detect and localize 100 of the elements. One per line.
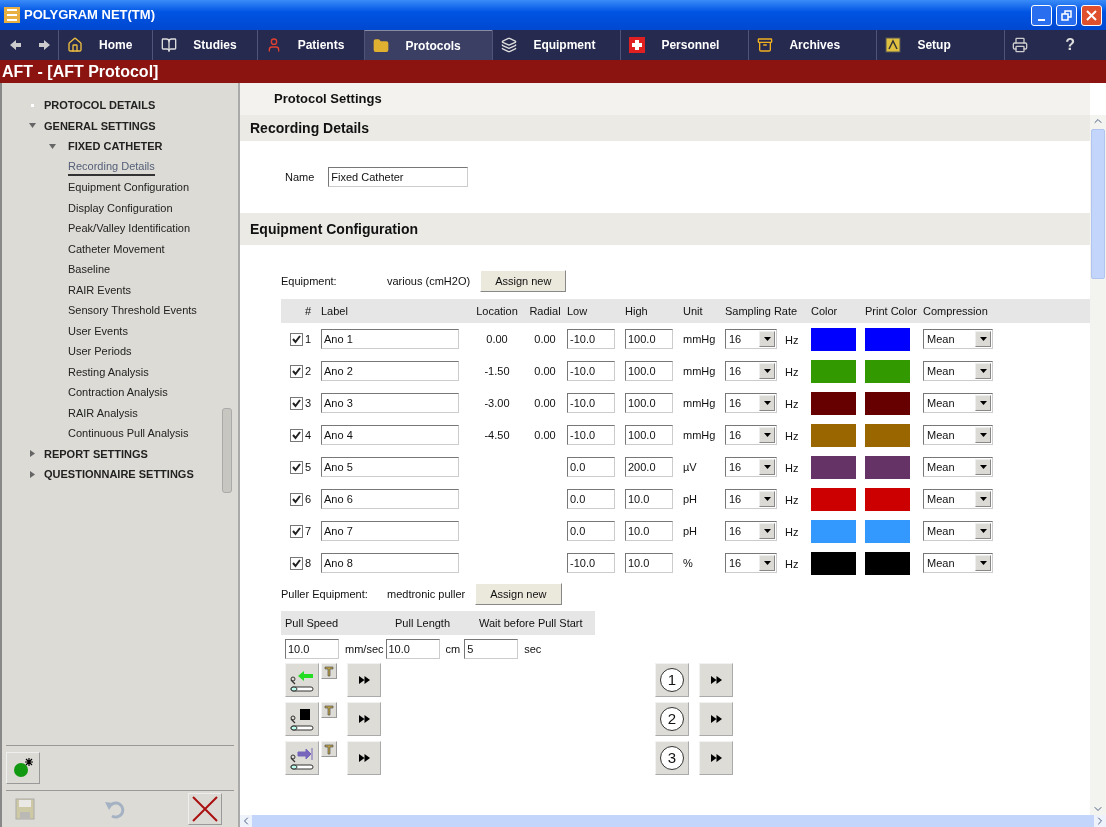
print-color-swatch[interactable] [865, 519, 910, 543]
fast-forward-button[interactable] [699, 702, 733, 736]
checkbox[interactable] [290, 332, 303, 346]
sampling-rate-select[interactable]: 16 [725, 361, 777, 381]
splitter-handle[interactable] [222, 408, 232, 493]
color-swatch[interactable] [811, 487, 856, 511]
checkbox[interactable] [290, 556, 303, 570]
low-field[interactable]: -10.0 [567, 329, 615, 349]
restore-button[interactable] [1056, 4, 1077, 26]
tree-item[interactable]: Equipment Configuration [68, 179, 190, 196]
high-field[interactable]: 200.0 [625, 457, 673, 477]
tree-item[interactable]: PROTOCOL DETAILS [44, 97, 156, 114]
fast-forward-button[interactable] [699, 741, 733, 775]
label-field[interactable]: Ano 4 [321, 425, 459, 445]
low-field[interactable]: -10.0 [567, 393, 615, 413]
label-field[interactable]: Ano 3 [321, 393, 459, 413]
label-field[interactable]: Ano 6 [321, 489, 459, 509]
tree-item[interactable]: GENERAL SETTINGS [44, 117, 156, 134]
high-field[interactable]: 100.0 [625, 393, 673, 413]
pull-field[interactable]: 10.0 [285, 639, 339, 659]
print-color-swatch[interactable] [865, 359, 910, 383]
assign-new-button[interactable]: Assign new [475, 583, 562, 605]
low-field[interactable]: -10.0 [567, 361, 615, 381]
color-swatch[interactable] [811, 551, 856, 575]
checkbox[interactable] [290, 364, 303, 378]
position-button[interactable]: 2 [655, 702, 689, 736]
low-field[interactable]: -10.0 [567, 425, 615, 445]
tree-item[interactable]: Baseline [68, 261, 111, 278]
high-field[interactable]: 10.0 [625, 521, 673, 541]
label-field[interactable]: Ano 5 [321, 457, 459, 477]
color-swatch[interactable] [811, 519, 856, 543]
help-button[interactable]: ? [1034, 30, 1106, 60]
print-color-swatch[interactable] [865, 423, 910, 447]
tree-item[interactable]: Display Configuration [68, 199, 173, 216]
compression-select[interactable]: Mean [923, 361, 993, 381]
tree-item[interactable]: RAIR Events [68, 281, 131, 298]
position-button[interactable]: 1 [655, 663, 689, 697]
tree-item[interactable]: Catheter Movement [68, 240, 165, 257]
close-button[interactable] [188, 793, 222, 825]
high-field[interactable]: 100.0 [625, 329, 673, 349]
label-field[interactable]: Ano 1 [321, 329, 459, 349]
print-color-swatch[interactable] [865, 327, 910, 351]
high-field[interactable]: 100.0 [625, 361, 673, 381]
color-swatch[interactable] [811, 423, 856, 447]
checkbox[interactable] [290, 524, 303, 538]
compression-select[interactable]: Mean [923, 521, 993, 541]
nav-tab[interactable]: Protocols [364, 30, 493, 60]
compression-select[interactable]: Mean [923, 393, 993, 413]
catheter-move-button[interactable] [285, 702, 319, 736]
label-field[interactable]: Ano 2 [321, 361, 459, 381]
expanded-arrow-icon[interactable] [29, 123, 36, 129]
checkbox[interactable] [290, 428, 303, 442]
print-color-swatch[interactable] [865, 455, 910, 479]
new-button[interactable] [6, 752, 40, 784]
tree-item[interactable]: User Periods [68, 343, 132, 360]
tree-item[interactable]: REPORT SETTINGS [44, 445, 148, 462]
compression-select[interactable]: Mean [923, 553, 993, 573]
sampling-rate-select[interactable]: 16 [725, 489, 777, 509]
low-field[interactable]: -10.0 [567, 553, 615, 573]
compression-select[interactable]: Mean [923, 489, 993, 509]
minimize-button[interactable] [1031, 4, 1052, 26]
color-swatch[interactable] [811, 327, 856, 351]
print-color-swatch[interactable] [865, 487, 910, 511]
label-field[interactable]: Ano 8 [321, 553, 459, 573]
low-field[interactable]: 0.0 [567, 489, 615, 509]
settings-button[interactable] [321, 741, 337, 757]
checkbox[interactable] [290, 492, 303, 506]
compression-select[interactable]: Mean [923, 425, 993, 445]
compression-select[interactable]: Mean [923, 329, 993, 349]
checkbox[interactable] [290, 460, 303, 474]
sampling-rate-select[interactable]: 16 [725, 553, 777, 573]
position-button[interactable]: 3 [655, 741, 689, 775]
tree-item[interactable]: Continuous Pull Analysis [68, 425, 189, 442]
sampling-rate-select[interactable]: 16 [725, 329, 777, 349]
low-field[interactable]: 0.0 [567, 457, 615, 477]
sampling-rate-select[interactable]: 16 [725, 457, 777, 477]
pull-field[interactable]: 5 [464, 639, 519, 659]
expanded-arrow-icon[interactable] [49, 143, 56, 149]
tree-item[interactable]: FIXED CATHETER [68, 138, 163, 155]
tree-item[interactable]: RAIR Analysis [68, 404, 138, 421]
tree-item[interactable]: Contraction Analysis [68, 384, 168, 401]
tree-item[interactable]: Peak/Valley Identification [68, 220, 191, 237]
fast-forward-button[interactable] [347, 663, 381, 697]
close-window-button[interactable] [1081, 4, 1102, 26]
tree-item[interactable]: User Events [68, 322, 128, 339]
sampling-rate-select[interactable]: 16 [725, 393, 777, 413]
tree-item[interactable]: Resting Analysis [68, 363, 149, 380]
high-field[interactable]: 100.0 [625, 425, 673, 445]
settings-button[interactable] [321, 663, 337, 679]
checkbox[interactable] [290, 396, 303, 410]
collapsed-arrow-icon[interactable] [30, 450, 35, 458]
color-swatch[interactable] [811, 455, 856, 479]
color-swatch[interactable] [811, 359, 856, 383]
sampling-rate-select[interactable]: 16 [725, 425, 777, 445]
horizontal-scrollbar[interactable] [240, 815, 1106, 827]
compression-select[interactable]: Mean [923, 457, 993, 477]
collapsed-arrow-icon[interactable] [30, 470, 35, 478]
fast-forward-button[interactable] [347, 702, 381, 736]
fast-forward-button[interactable] [347, 741, 381, 775]
scroll-thumb[interactable] [1091, 129, 1105, 279]
